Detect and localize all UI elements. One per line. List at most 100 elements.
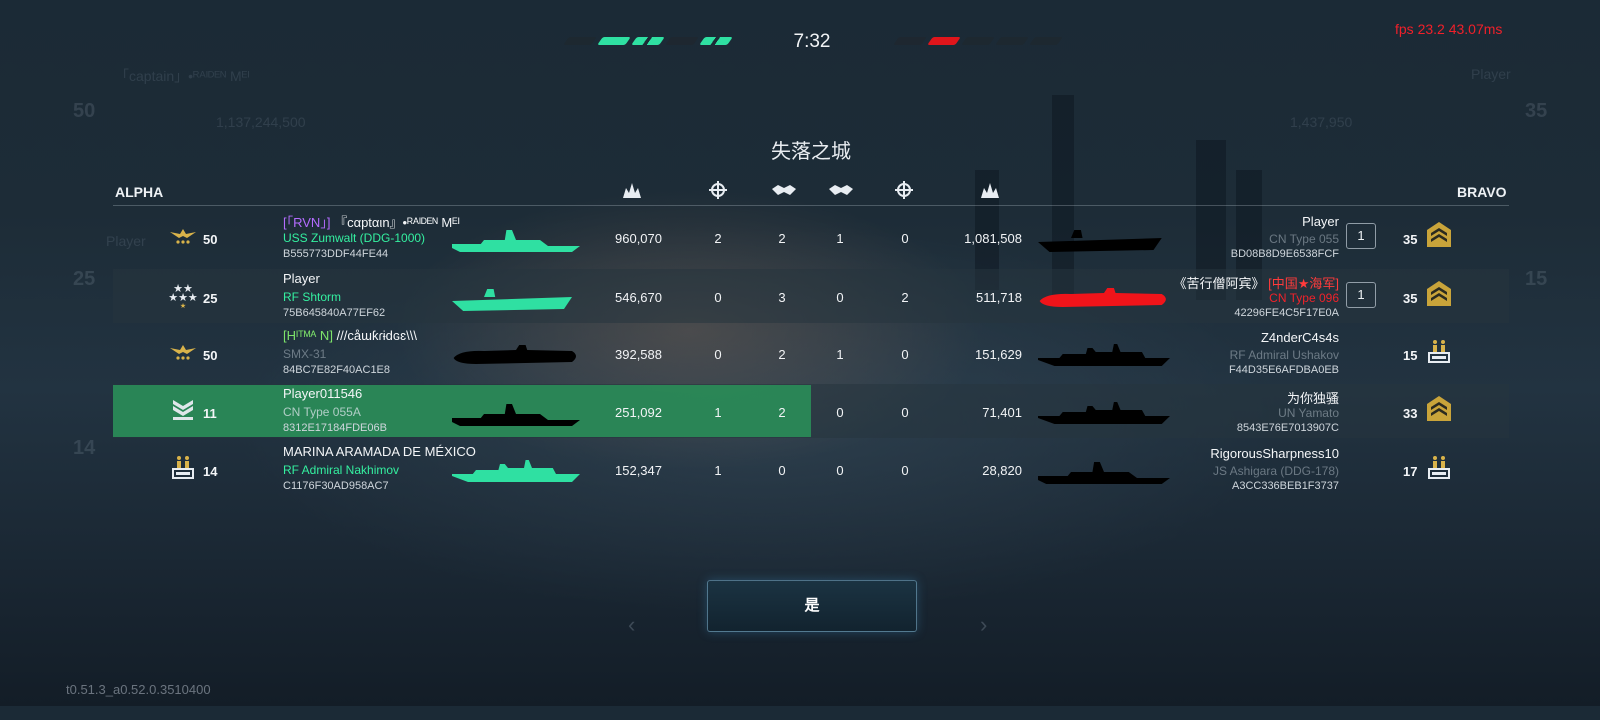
enemy-player-id: BD08B8D9E6538FCF [1230,248,1339,260]
ally-ship-silhouette [452,400,580,433]
bg-enemy-level: 35 [1525,100,1548,122]
bg-ally-score: 1,137,244,500 [216,114,306,130]
ally-level: 25 [203,291,218,306]
ally-assists: 2 [778,231,786,246]
crosshair-icon [707,181,729,199]
ally-assists: 3 [778,290,786,305]
ally-damage: 392,588 [615,347,662,362]
ally-kills: 2 [714,231,722,246]
enemy-ship-name: CN Type 096 [1269,291,1339,305]
ally-player-name: Player011546 [283,386,362,401]
ally-player-name: [Hᴵᵀᴹᴬ N] ///cåɯƙɾɨdɢɛ\\\ [283,328,417,343]
bg-ally-level: 50 [73,100,96,122]
enemy-player-name: 为你独骚 [1287,388,1339,407]
clan-tag: [中国★海军] [1268,276,1339,291]
enemy-damage: 1,081,508 [964,231,1022,246]
player-name-text: Player011546 [283,386,363,401]
enemy-level: 35 [1403,232,1418,247]
ally-ship-name: CN Type 055A [283,405,361,419]
enemy-level: 17 [1403,464,1418,479]
bravo-team-label: BRAVO [1457,184,1507,200]
ally-player-id: 75B645840A77EF62 [283,307,386,319]
enemy-assists: 1 [836,231,844,246]
score-pip [699,37,733,45]
bg-enemy-level-2: 15 [1525,268,1548,290]
handshake-icon [828,181,854,199]
enemy-level: 33 [1403,406,1418,421]
ally-level: 50 [203,232,218,247]
chevrons-gold-icon [1424,394,1454,424]
player-name-text: 《苦行僧阿宾》 [1173,276,1265,291]
alpha-score-bar [563,36,733,46]
ally-kills: 1 [714,463,722,478]
bg-enemy-score: 1,437,950 [1290,114,1353,130]
bars-badge-icon [168,452,198,482]
bg-ally-player: Player [106,233,146,249]
enemy-ship-name: UN Yamato [1278,406,1339,420]
match-timer: 7:32 [793,31,831,52]
enemy-ship-silhouette [1038,400,1170,433]
enemy-player-id: 8543E76E7013907C [1236,422,1339,434]
player-name-text: 为你独骚 [1286,391,1339,406]
enemy-level: 35 [1403,291,1418,306]
damage-icon [621,181,643,199]
score-pip [597,37,631,45]
clan-tag: [Hᴵᵀᴹᴬ N] [283,328,333,343]
enemy-ship-silhouette [1038,285,1170,318]
score-pip [893,37,927,45]
bg-ally-name: 「captain」•ᴿᴬᴵᴰᴱᴺ Mᴱᴵ [115,68,250,84]
score-pip [1029,37,1063,45]
player-name-text: Z4nderC4s4s [1260,330,1339,345]
confirm-button[interactable]: 是 [707,580,917,632]
bg-enemy-player: Player [1471,66,1511,82]
player-name-text: 『cαptαιn』•ᴿᴬᴵᴰᴱᴺ Mᴱᴵ [334,215,460,230]
enemy-assists: 0 [836,290,844,305]
enemy-player-id: F44D35E6AFDBA0EB [1228,364,1339,376]
enemy-kills: 0 [901,405,909,420]
enemy-ship-name: CN Type 055 [1269,232,1339,246]
stars-badge-icon: ★★ ★★★ ★ [168,279,198,310]
ally-player-id: 8312E17184FDE06B [283,422,387,434]
ally-ship-silhouette [452,458,580,491]
enemy-player-id: 42296FE4C5F17E0A [1234,307,1339,319]
enemy-player-name: 《苦行僧阿宾》 [中国★海军] [1173,273,1339,292]
player-name-text: MARINA ARAMADA DE MÉXICO [283,444,476,459]
bars-badge-icon [1424,452,1454,482]
enemy-assists: 0 [836,405,844,420]
chevrons-gold-icon [1424,279,1454,309]
ally-assists: 2 [778,405,786,420]
build-version: t0.51.3_a0.52.0.3510400 [66,682,211,697]
ally-player-name: Player [283,271,320,286]
handshake-icon [771,181,797,199]
ally-kills: 1 [714,405,722,420]
score-pip [927,37,961,45]
ally-player-id: 84BC7E82F40AC1E8 [283,364,391,376]
ally-damage: 960,070 [615,231,662,246]
enemy-ship-silhouette [1038,342,1170,375]
ally-ship-name: RF Shtorm [283,290,342,304]
enemy-damage: 511,718 [975,290,1022,305]
chevrons-gold-icon [1424,220,1454,250]
ally-player-id: B555773DDF44FE44 [283,248,389,260]
bars-badge-icon [1424,336,1454,366]
enemy-damage: 151,629 [975,347,1022,362]
kill-count-box: 1 [1346,223,1376,249]
alpha-team-label: ALPHA [115,184,164,200]
player-name-text: ///cåɯƙɾɨdɢɛ\\\ [336,328,417,343]
score-pip [631,37,665,45]
ally-ship-name: USS Zumwalt (DDG-1000) [283,231,426,245]
player-name-text: Player [1302,214,1339,229]
score-pip [563,37,597,45]
enemy-level: 15 [1403,348,1418,363]
ally-level: 14 [203,464,218,479]
ally-ship-silhouette [452,226,580,259]
ally-ship-name: SMX-31 [283,347,327,361]
enemy-kills: 0 [901,231,909,246]
ally-level: 50 [203,348,218,363]
score-pip [961,37,995,45]
enemy-damage: 28,820 [982,463,1022,478]
enemy-ship-silhouette [1038,226,1170,259]
enemy-player-name: RigorousSharpness10 [1210,446,1339,461]
ally-player-id: C1176F30AD958AC7 [283,480,389,492]
clan-tag: [「RVN」] [283,215,331,230]
